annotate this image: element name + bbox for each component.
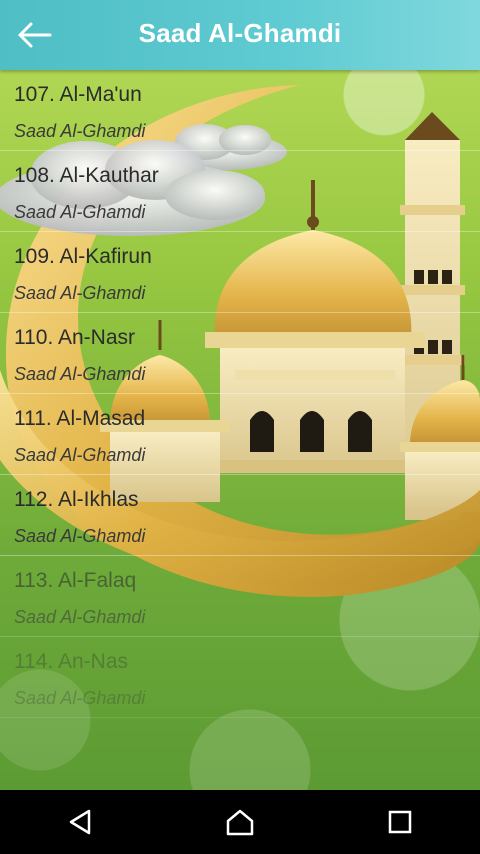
list-item[interactable]: 114. An-Nas Saad Al-Ghamdi (0, 637, 480, 718)
nav-home-button[interactable] (200, 790, 280, 854)
reciter-name: Saad Al-Ghamdi (14, 121, 146, 141)
list-item[interactable]: 113. Al-Falaq Saad Al-Ghamdi (0, 556, 480, 637)
app-bar: Saad Al-Ghamdi (0, 0, 480, 70)
reciter-name: Saad Al-Ghamdi (14, 283, 146, 303)
nav-home-icon (226, 809, 254, 836)
reciter-name: Saad Al-Ghamdi (14, 688, 146, 708)
list-item[interactable]: 110. An-Nasr Saad Al-Ghamdi (0, 313, 480, 394)
surah-list: 107. Al-Ma'un Saad Al-Ghamdi 108. Al-Kau… (0, 70, 480, 718)
list-item[interactable]: 109. Al-Kafirun Saad Al-Ghamdi (0, 232, 480, 313)
surah-title: 114. An-Nas (14, 650, 129, 673)
surah-title: 112. Al-Ikhlas (14, 488, 139, 511)
system-nav-bar (0, 790, 480, 854)
reciter-name: Saad Al-Ghamdi (14, 445, 146, 465)
nav-recents-icon (388, 810, 412, 834)
surah-title: 110. An-Nasr (14, 326, 136, 349)
surah-title: 108. Al-Kauthar (14, 164, 159, 187)
page-title: Saad Al-Ghamdi (138, 18, 342, 48)
reciter-name: Saad Al-Ghamdi (14, 526, 146, 546)
surah-title: 113. Al-Falaq (14, 569, 137, 592)
nav-back-button[interactable] (40, 790, 120, 854)
nav-recents-button[interactable] (360, 790, 440, 854)
surah-title: 109. Al-Kafirun (14, 245, 152, 268)
list-item[interactable]: 111. Al-Masad Saad Al-Ghamdi (0, 394, 480, 475)
surah-title: 107. Al-Ma'un (14, 83, 142, 106)
list-item[interactable]: 108. Al-Kauthar Saad Al-Ghamdi (0, 151, 480, 232)
list-item[interactable]: 112. Al-Ikhlas Saad Al-Ghamdi (0, 475, 480, 556)
list-item[interactable]: 107. Al-Ma'un Saad Al-Ghamdi (0, 70, 480, 151)
reciter-name: Saad Al-Ghamdi (14, 364, 146, 384)
nav-back-icon (69, 809, 91, 835)
reciter-name: Saad Al-Ghamdi (14, 607, 146, 627)
reciter-name: Saad Al-Ghamdi (14, 202, 146, 222)
surah-title: 111. Al-Masad (14, 407, 146, 430)
app-screen: Saad Al-Ghamdi 107. Al-Ma'un Saad Al-Gha… (0, 0, 480, 790)
